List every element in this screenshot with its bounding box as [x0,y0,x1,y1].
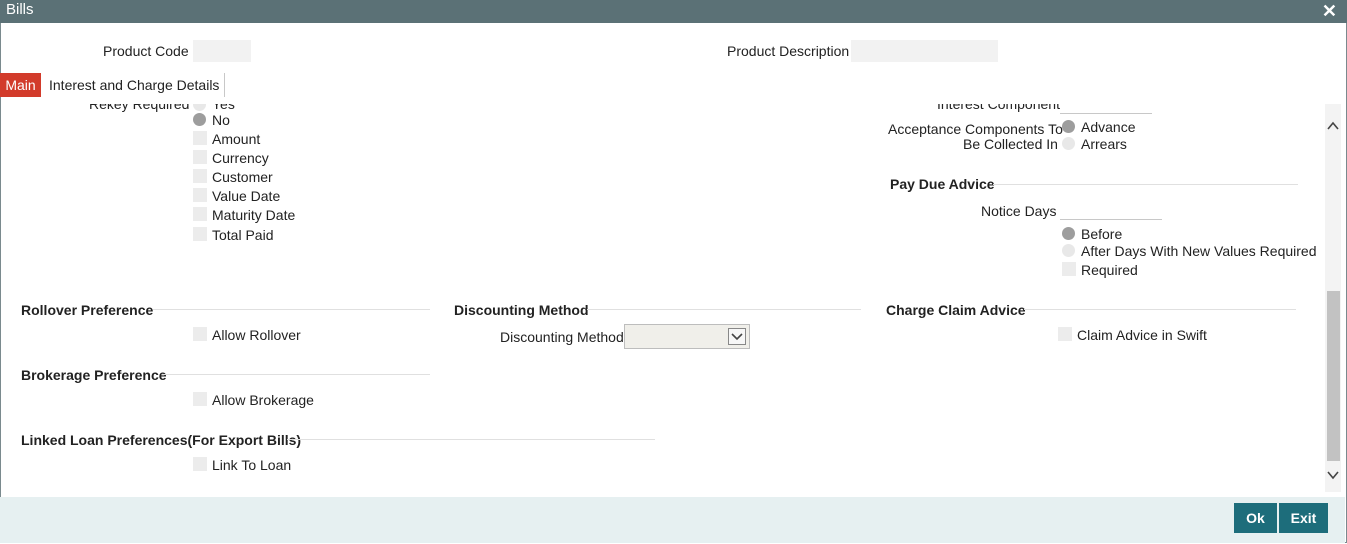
discounting-divider [587,309,861,310]
notice-after-label: After Days With New Values Required [1081,243,1317,259]
rekey-required-label: Rekey Required [89,104,190,112]
rekey-value-date-checkbox[interactable] [193,188,207,202]
window-titlebar: Bills ✕ [0,0,1347,23]
claim-advice-swift-label: Claim Advice in Swift [1077,327,1207,343]
rekey-no-label: No [212,112,230,128]
scroll-up-icon[interactable] [1326,119,1340,133]
notice-days-label: Notice Days [981,203,1057,219]
rekey-currency-checkbox[interactable] [193,150,207,164]
interest-component-label: Interest Component [937,104,1060,112]
rekey-yes-label: Yes [212,104,235,112]
pay-due-advice-divider [993,184,1298,185]
allow-rollover-checkbox[interactable] [193,327,207,341]
linked-loan-divider [287,439,655,440]
product-code-label: Product Code [103,43,189,59]
claim-advice-swift-checkbox[interactable] [1058,327,1072,341]
charge-claim-advice-heading: Charge Claim Advice [886,302,1026,318]
product-description-input[interactable] [851,40,998,62]
pay-due-advice-heading: Pay Due Advice [890,176,995,192]
rekey-amount-label: Amount [212,131,261,147]
brokerage-preference-heading: Brokerage Preference [21,367,167,383]
main-content-scroll-area: Rekey Required Yes No Amount Currency Cu… [0,104,1325,492]
pay-due-required-checkbox[interactable] [1062,262,1076,276]
scroll-down-icon[interactable] [1326,468,1340,482]
rekey-customer-checkbox[interactable] [193,169,207,183]
exit-button[interactable]: Exit [1279,503,1328,533]
rekey-maturity-date-label: Maturity Date [212,207,296,223]
product-code-input[interactable] [193,40,251,62]
acceptance-advance-label: Advance [1081,119,1136,135]
notice-after-radio[interactable] [1062,244,1075,257]
rekey-yes-radio[interactable] [193,104,206,111]
ok-button[interactable]: Ok [1234,503,1277,533]
rekey-no-radio[interactable] [193,113,206,126]
close-icon[interactable]: ✕ [1322,0,1337,22]
discounting-method-heading: Discounting Method [454,302,589,318]
linked-loan-preferences-heading: Linked Loan Preferences(For Export Bills… [21,432,302,448]
link-to-loan-label: Link To Loan [212,457,292,473]
chevron-down-icon[interactable] [728,328,746,345]
rekey-customer-label: Customer [212,169,273,185]
notice-days-input[interactable] [1060,206,1162,220]
rekey-currency-label: Currency [212,150,269,166]
acceptance-arrears-label: Arrears [1081,136,1127,152]
acceptance-arrears-radio[interactable] [1062,137,1075,150]
pay-due-required-label: Required [1081,262,1138,278]
tab-main[interactable]: Main [0,73,41,97]
discounting-method-select[interactable] [624,324,750,349]
allow-brokerage-label: Allow Brokerage [212,392,314,408]
vertical-scrollbar[interactable] [1325,104,1341,492]
rekey-value-date-label: Value Date [212,188,281,204]
acceptance-components-label-line1: Acceptance Components To [888,121,1063,137]
acceptance-advance-radio[interactable] [1062,120,1075,133]
rollover-preference-heading: Rollover Preference [21,302,154,318]
rekey-maturity-date-checkbox[interactable] [193,207,207,221]
product-description-label: Product Description [727,43,850,59]
interest-component-input[interactable] [1060,104,1152,114]
charge-claim-divider [1024,309,1296,310]
tab-interest-and-charge-details[interactable]: Interest and Charge Details [44,73,226,97]
dialog-footer [0,497,1345,543]
notice-before-label: Before [1081,226,1123,242]
window-title: Bills [6,1,34,18]
discounting-method-label: Discounting Method [500,329,624,345]
rekey-total-paid-checkbox[interactable] [193,227,207,241]
brokerage-divider [162,374,430,375]
rekey-amount-checkbox[interactable] [193,131,207,145]
allow-brokerage-checkbox[interactable] [193,392,207,406]
rekey-total-paid-label: Total Paid [212,227,274,243]
scrollbar-thumb[interactable] [1327,291,1340,461]
allow-rollover-label: Allow Rollover [212,327,301,343]
acceptance-components-label-line2: Be Collected In [963,136,1058,152]
link-to-loan-checkbox[interactable] [193,457,207,471]
notice-before-radio[interactable] [1062,227,1075,240]
rollover-divider [153,309,430,310]
